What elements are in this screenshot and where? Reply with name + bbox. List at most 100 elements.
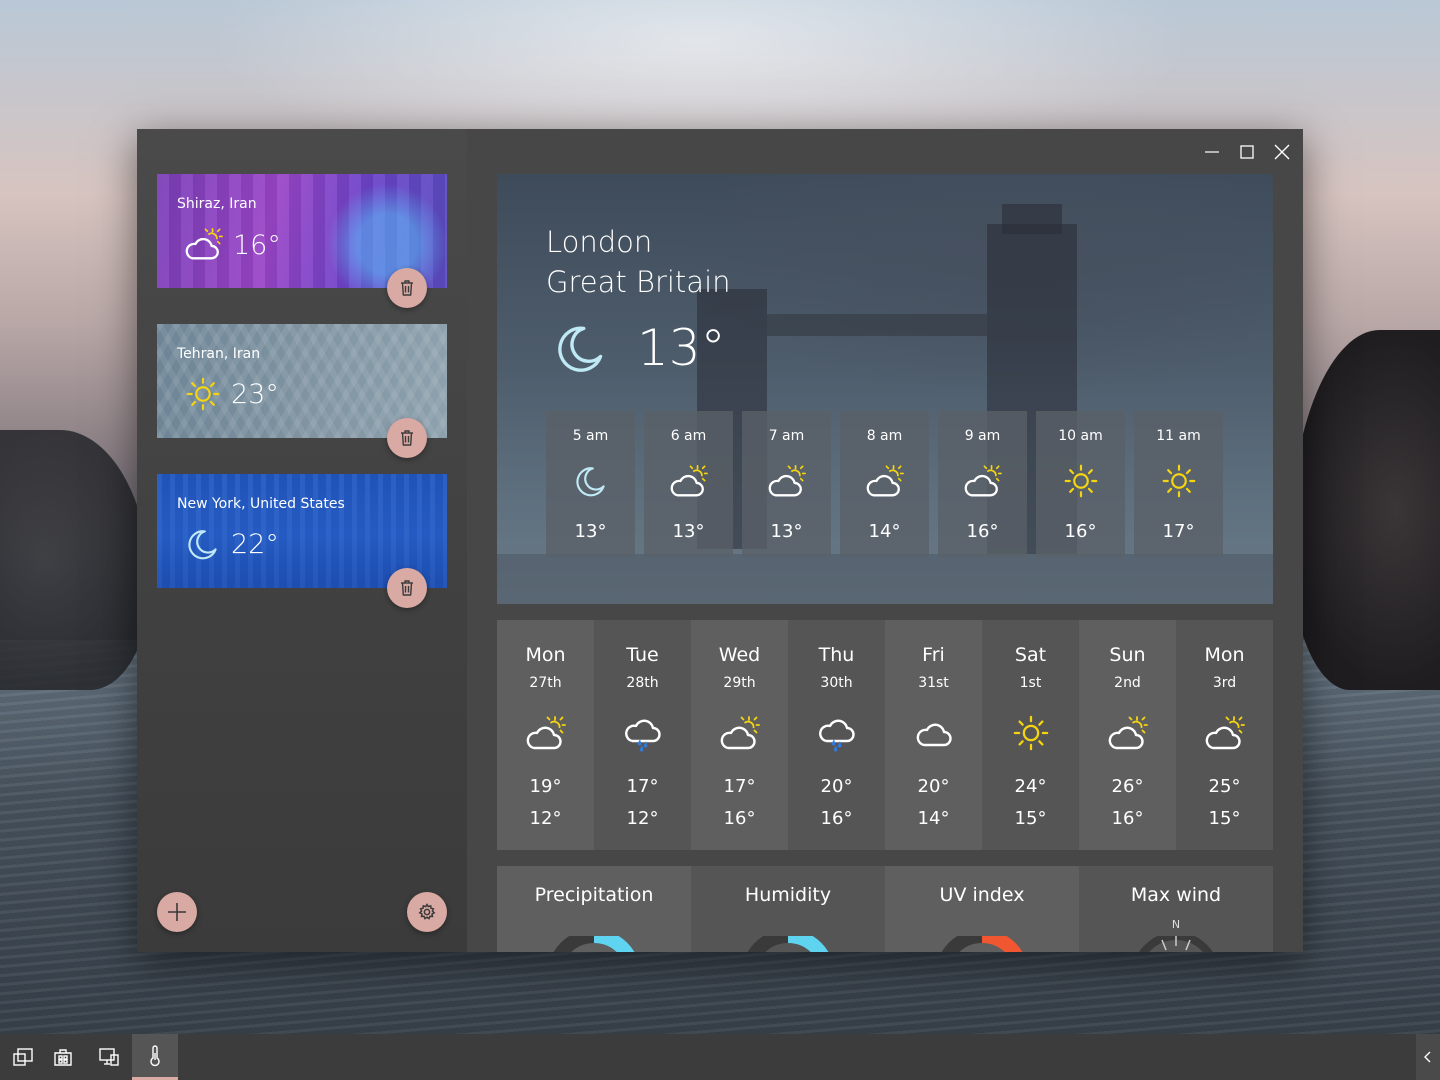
hour-temperature: 17° xyxy=(1162,521,1195,542)
hour-temperature: 13° xyxy=(770,521,803,542)
day-column[interactable]: Sat 1st 24° 15° xyxy=(982,620,1079,850)
day-name: Sat xyxy=(1014,644,1047,666)
detail-label: Max wind xyxy=(1130,884,1222,906)
hour-card[interactable]: 5 am 13° xyxy=(546,411,635,557)
precipitation-gauge xyxy=(553,936,635,952)
day-high-temp: 17° xyxy=(626,776,659,797)
partly-cloudy-icon xyxy=(670,463,708,501)
delete-city-button[interactable] xyxy=(387,568,427,608)
hour-temperature: 16° xyxy=(966,521,999,542)
delete-city-button[interactable] xyxy=(387,268,427,308)
day-name: Wed xyxy=(718,644,761,666)
taskbar-weather-button[interactable] xyxy=(132,1034,178,1080)
day-date: 30th xyxy=(820,675,853,691)
delete-city-button[interactable] xyxy=(387,418,427,458)
city-sidebar: Shiraz, Iran 16° Tehran, Iran 23° New Yo… xyxy=(137,129,467,952)
partly-cloudy-icon xyxy=(526,714,566,754)
window-icon xyxy=(13,1048,33,1066)
chevron-left-icon xyxy=(1424,1051,1431,1063)
taskbar-devices-button[interactable] xyxy=(86,1034,132,1080)
day-column[interactable]: Fri 31st 20° 14° xyxy=(885,620,982,850)
sun-icon xyxy=(1161,463,1197,499)
day-low-temp: 16° xyxy=(820,808,853,829)
hour-time: 8 am xyxy=(866,428,903,444)
day-date: 1st xyxy=(1019,675,1042,691)
partly-cloudy-icon xyxy=(866,463,904,501)
partly-cloudy-icon xyxy=(185,226,223,264)
partly-cloudy-icon xyxy=(964,463,1002,501)
taskbar-store-button[interactable] xyxy=(40,1034,86,1080)
day-name: Thu xyxy=(818,644,855,666)
minimize-button[interactable] xyxy=(1194,129,1229,175)
city-card-new-york[interactable]: New York, United States 22° xyxy=(157,474,447,608)
day-column[interactable]: Tue 28th 17° 12° xyxy=(594,620,691,850)
day-low-temp: 16° xyxy=(723,808,756,829)
add-city-button[interactable] xyxy=(157,892,197,932)
day-name: Tue xyxy=(626,644,659,666)
day-high-temp: 19° xyxy=(529,776,562,797)
city-card-shiraz[interactable]: Shiraz, Iran 16° xyxy=(157,174,447,308)
day-date: 3rd xyxy=(1212,675,1237,691)
sun-icon xyxy=(1012,714,1050,752)
trash-icon xyxy=(397,578,417,598)
detail-label: Humidity xyxy=(744,884,832,906)
day-high-temp: 26° xyxy=(1111,776,1144,797)
sun-icon xyxy=(1063,463,1099,499)
partly-cloudy-icon xyxy=(1108,714,1148,754)
city-name: Tehran, Iran xyxy=(177,346,261,362)
uv-index-gauge xyxy=(941,936,1023,952)
day-name: Mon xyxy=(1204,644,1245,666)
hour-card[interactable]: 8 am 14° xyxy=(840,411,929,557)
humidity-panel: Humidity xyxy=(691,866,885,952)
hour-temperature: 14° xyxy=(868,521,901,542)
hour-time: 7 am xyxy=(768,428,805,444)
detail-label: UV index xyxy=(939,884,1025,906)
rain-icon xyxy=(817,714,857,754)
settings-button[interactable] xyxy=(407,892,447,932)
day-low-temp: 12° xyxy=(626,808,659,829)
hour-time: 5 am xyxy=(572,428,609,444)
wind-compass xyxy=(1139,936,1213,952)
day-low-temp: 16° xyxy=(1111,808,1144,829)
devices-icon xyxy=(99,1048,119,1066)
country-name: Great Britain xyxy=(546,265,731,299)
partly-cloudy-icon xyxy=(1205,714,1245,754)
moon-icon xyxy=(573,463,609,499)
hour-card[interactable]: 10 am 16° xyxy=(1036,411,1125,557)
day-high-temp: 24° xyxy=(1014,776,1047,797)
day-column[interactable]: Mon 27th 19° 12° xyxy=(497,620,594,850)
current-temperature: 13° xyxy=(637,319,726,377)
day-column[interactable]: Wed 29th 17° 16° xyxy=(691,620,788,850)
taskbar-overflow-button[interactable] xyxy=(1416,1034,1440,1080)
day-column[interactable]: Thu 30th 20° 16° xyxy=(788,620,885,850)
day-column[interactable]: Mon 3rd 25° 15° xyxy=(1176,620,1273,850)
day-high-temp: 20° xyxy=(917,776,950,797)
city-temperature: 22° xyxy=(231,528,279,560)
partly-cloudy-icon xyxy=(720,714,760,754)
hour-card[interactable]: 7 am 13° xyxy=(742,411,831,557)
moon-icon xyxy=(185,526,221,562)
day-low-temp: 15° xyxy=(1208,808,1241,829)
day-high-temp: 25° xyxy=(1208,776,1241,797)
day-low-temp: 15° xyxy=(1014,808,1047,829)
uv-index-panel: UV index xyxy=(885,866,1079,952)
trash-icon xyxy=(397,278,417,298)
close-button[interactable] xyxy=(1264,129,1299,175)
hour-card[interactable]: 9 am 16° xyxy=(938,411,1027,557)
city-temperature: 23° xyxy=(231,378,279,410)
moon-icon xyxy=(553,320,609,376)
detail-label: Precipitation xyxy=(534,884,654,906)
hour-card[interactable]: 11 am 17° xyxy=(1134,411,1223,557)
day-column[interactable]: Sun 2nd 26° 16° xyxy=(1079,620,1176,850)
hour-temperature: 13° xyxy=(672,521,705,542)
city-card-tehran[interactable]: Tehran, Iran 23° xyxy=(157,324,447,458)
minimize-icon xyxy=(1204,151,1219,153)
wallpaper-rock-left xyxy=(0,430,150,690)
hour-card[interactable]: 6 am 13° xyxy=(644,411,733,557)
hour-time: 11 am xyxy=(1156,428,1201,444)
hour-time: 9 am xyxy=(964,428,1001,444)
weather-details: Precipitation Humidity UV index Max wind… xyxy=(497,866,1273,952)
maximize-button[interactable] xyxy=(1229,129,1264,175)
city-name: Shiraz, Iran xyxy=(177,196,257,212)
city-name: London xyxy=(546,225,653,259)
